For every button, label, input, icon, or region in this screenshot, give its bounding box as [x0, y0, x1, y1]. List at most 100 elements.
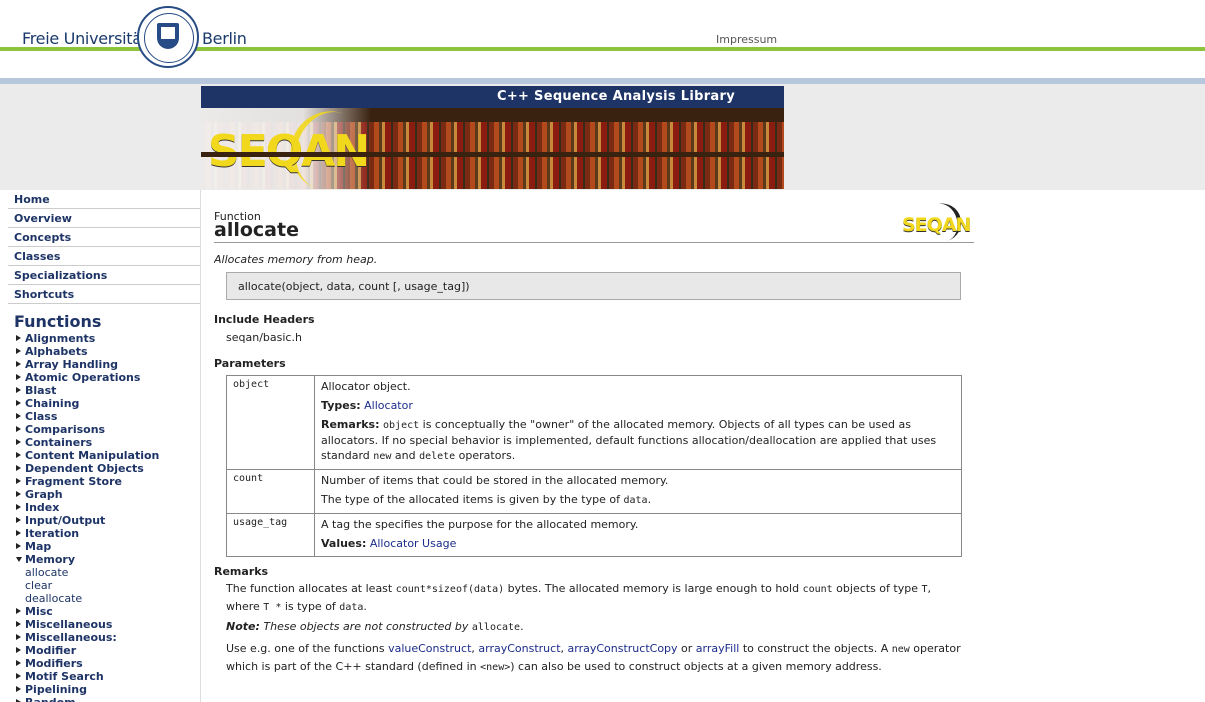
sidebar-category[interactable]: Alphabets	[0, 345, 200, 358]
array-construct-copy-link[interactable]: arrayConstructCopy	[568, 642, 678, 655]
sidebar-category-label: Modifiers	[25, 657, 83, 670]
seqan-mini-logo[interactable]: SEQAN	[900, 199, 972, 244]
code: T *	[263, 602, 282, 613]
triangle-right-icon[interactable]	[16, 530, 21, 536]
sidebar-category[interactable]: Modifier	[0, 644, 200, 657]
triangle-right-icon[interactable]	[16, 647, 21, 653]
sidebar-category-label: Array Handling	[25, 358, 119, 371]
table-row: object Allocator object. Types: Allocato…	[226, 375, 962, 470]
sidebar-item-home[interactable]: Home	[8, 190, 200, 209]
text: objects of type	[832, 582, 922, 595]
impressum-link[interactable]: Impressum	[716, 33, 777, 46]
sidebar-category[interactable]: Iteration	[0, 527, 200, 540]
seqan-logo[interactable]: SEQAN	[208, 126, 370, 177]
remarks-end: operators.	[455, 449, 516, 462]
sidebar-category-label: Pipelining	[25, 683, 88, 696]
sidebar-item-overview[interactable]: Overview	[8, 209, 200, 228]
sidebar-item-concepts[interactable]: Concepts	[8, 228, 200, 247]
sidebar-category[interactable]: Fragment Store	[0, 475, 200, 488]
triangle-right-icon[interactable]	[16, 478, 21, 484]
sidebar-category[interactable]: Atomic Operations	[0, 371, 200, 384]
sidebar-category[interactable]: Motif Search	[0, 670, 200, 683]
sidebar-category[interactable]: Class	[0, 410, 200, 423]
sidebar-category-label: Miscellaneous:	[25, 631, 117, 644]
sidebar-category[interactable]: Index	[0, 501, 200, 514]
sidebar-category[interactable]: Alignments	[0, 332, 200, 345]
triangle-right-icon[interactable]	[16, 413, 21, 419]
triangle-right-icon[interactable]	[16, 660, 21, 666]
array-construct-link[interactable]: arrayConstruct	[478, 642, 560, 655]
bookshelf-image: SEQAN	[201, 100, 784, 189]
type-text: The type of the allocated items is given…	[321, 493, 624, 506]
triangle-right-icon[interactable]	[16, 491, 21, 497]
triangle-right-icon[interactable]	[16, 400, 21, 406]
triangle-right-icon[interactable]	[16, 673, 21, 679]
sidebar-category[interactable]: Input/Output	[0, 514, 200, 527]
triangle-right-icon[interactable]	[16, 517, 21, 523]
sidebar-category[interactable]: Misc	[0, 605, 200, 618]
sidebar-subitem-deallocate[interactable]: deallocate	[0, 592, 200, 605]
sidebar-category[interactable]: Modifiers	[0, 657, 200, 670]
sidebar-category[interactable]: Chaining	[0, 397, 200, 410]
code-delete: delete	[419, 451, 456, 462]
sidebar-category[interactable]: Random	[0, 696, 200, 702]
sidebar-category-label: Alphabets	[25, 345, 88, 358]
allocator-usage-link[interactable]: Allocator Usage	[370, 537, 457, 550]
sidebar-category[interactable]: Memory	[0, 553, 200, 566]
sidebar-subitem-clear[interactable]: clear	[0, 579, 200, 592]
triangle-right-icon[interactable]	[16, 439, 21, 445]
include-headers-heading: Include Headers	[214, 313, 315, 326]
sidebar-item-specializations[interactable]: Specializations	[8, 266, 200, 285]
triangle-right-icon[interactable]	[16, 608, 21, 614]
param-desc: Allocator object. Types: Allocator Remar…	[314, 375, 962, 470]
sidebar-category[interactable]: Containers	[0, 436, 200, 449]
university-seal-logo[interactable]	[137, 6, 199, 68]
sidebar-category-label: Comparisons	[25, 423, 106, 436]
param-desc-text: A tag the specifies the purpose for the …	[321, 518, 639, 531]
sidebar-category[interactable]: Miscellaneous	[0, 618, 200, 631]
include-file: seqan/basic.h	[226, 331, 302, 344]
values-label: Values:	[321, 537, 367, 550]
sidebar-category[interactable]: Map	[0, 540, 200, 553]
triangle-right-icon[interactable]	[16, 348, 21, 354]
banner-title: C++ Sequence Analysis Library	[201, 86, 784, 108]
triangle-right-icon[interactable]	[16, 387, 21, 393]
triangle-right-icon[interactable]	[16, 543, 21, 549]
triangle-right-icon[interactable]	[16, 361, 21, 367]
array-fill-link[interactable]: arrayFill	[696, 642, 740, 655]
note-label: Note:	[226, 620, 260, 633]
allocator-link[interactable]: Allocator	[364, 399, 413, 412]
triangle-right-icon[interactable]	[16, 634, 21, 640]
param-desc: A tag the specifies the purpose for the …	[314, 513, 962, 557]
sidebar-category[interactable]: Array Handling	[0, 358, 200, 371]
sidebar-category-label: Dependent Objects	[25, 462, 144, 475]
triangle-right-icon[interactable]	[16, 686, 21, 692]
sidebar-category[interactable]: Content Manipulation	[0, 449, 200, 462]
triangle-right-icon[interactable]	[16, 335, 21, 341]
value-construct-link[interactable]: valueConstruct	[388, 642, 471, 655]
sidebar-nav: Home Overview Concepts Classes Specializ…	[8, 190, 200, 304]
remarks-heading: Remarks	[214, 565, 269, 578]
sidebar-category[interactable]: Blast	[0, 384, 200, 397]
university-name-left[interactable]: Freie Universität	[22, 29, 148, 48]
triangle-down-icon[interactable]	[16, 557, 22, 562]
sidebar-item-shortcuts[interactable]: Shortcuts	[8, 285, 200, 304]
sidebar-category[interactable]: Graph	[0, 488, 200, 501]
sidebar-item-classes[interactable]: Classes	[8, 247, 200, 266]
parameters-table: object Allocator object. Types: Allocato…	[226, 375, 962, 557]
sidebar-category[interactable]: Pipelining	[0, 683, 200, 696]
sidebar-category[interactable]: Comparisons	[0, 423, 200, 436]
triangle-right-icon[interactable]	[16, 374, 21, 380]
sidebar-category[interactable]: Miscellaneous:	[0, 631, 200, 644]
sidebar-subitem-allocate[interactable]: allocate	[0, 566, 200, 579]
code-data: data	[623, 495, 648, 506]
university-name-right[interactable]: Berlin	[202, 29, 247, 48]
triangle-right-icon[interactable]	[16, 621, 21, 627]
triangle-right-icon[interactable]	[16, 426, 21, 432]
triangle-right-icon[interactable]	[16, 465, 21, 471]
triangle-right-icon[interactable]	[16, 504, 21, 510]
triangle-right-icon[interactable]	[16, 452, 21, 458]
param-desc-text: Allocator object.	[321, 380, 411, 393]
sidebar-category[interactable]: Dependent Objects	[0, 462, 200, 475]
code: allocate	[471, 622, 521, 633]
